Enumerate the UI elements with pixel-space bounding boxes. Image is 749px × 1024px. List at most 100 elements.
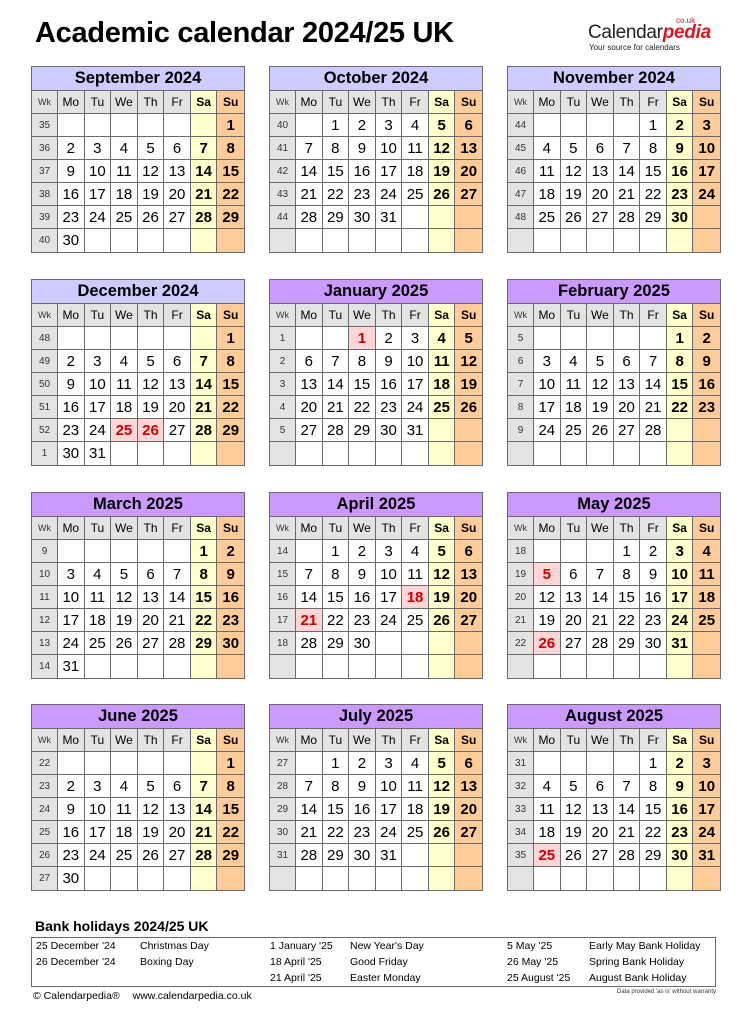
- day-cell: 26: [428, 183, 456, 206]
- week-number: 15: [270, 563, 296, 586]
- empty-day-cell: [587, 752, 614, 775]
- day-cell: 24: [534, 419, 561, 442]
- footer-url-link[interactable]: www.calendarpedia.co.uk: [133, 990, 252, 1002]
- day-cell: 10: [84, 798, 112, 821]
- day-cell: 28: [190, 844, 218, 867]
- day-cell: 9: [693, 350, 720, 373]
- day-cell: 29: [217, 844, 244, 867]
- day-cell: 3: [534, 350, 561, 373]
- empty-day-cell: [640, 327, 667, 350]
- weekday-header: Sa: [666, 304, 694, 327]
- week-number: 26: [32, 844, 58, 867]
- empty-day-cell: [428, 867, 456, 890]
- day-cell: 23: [349, 609, 376, 632]
- day-cell: 27: [455, 609, 482, 632]
- weekday-header: Th: [137, 304, 165, 327]
- day-cell: 17: [534, 396, 561, 419]
- day-cell: 26: [455, 396, 482, 419]
- day-cell: 16: [349, 586, 376, 609]
- day-cell: 7: [296, 137, 323, 160]
- empty-day-cell: [666, 229, 694, 252]
- day-cell: 18: [111, 183, 138, 206]
- empty-day-cell: [666, 867, 694, 890]
- day-cell: 25: [534, 206, 561, 229]
- logo-brand-main: Calendar: [588, 22, 663, 43]
- day-cell: 6: [613, 350, 641, 373]
- day-cell: 28: [613, 844, 641, 867]
- weekday-header: Su: [455, 91, 482, 114]
- empty-day-cell: [84, 327, 112, 350]
- day-cell: 26: [428, 609, 456, 632]
- day-cell: 16: [640, 586, 667, 609]
- empty-day-cell: [614, 655, 641, 678]
- month-calendar: April 2025 Wk Mo Tu We Th Fr Sa Su 14 1 2 3 4 5 6 15 7 8 9 1…: [269, 492, 483, 679]
- day-cell: 25: [402, 183, 429, 206]
- empty-day-cell: [137, 114, 165, 137]
- day-cell: 21: [322, 396, 350, 419]
- month-grid: Wk Mo Tu We Th Fr Sa Su 44 1 2 3 45 4 5 6 7 8 9 10 46 11 12 13 1…: [508, 91, 720, 252]
- month-grid: Wk Mo Tu We Th Fr Sa Su 9 1 2 10 3 4 5 6 7 8 9 11 10 11 12 13 14…: [32, 517, 244, 678]
- day-cell: 28: [613, 206, 641, 229]
- day-cell: 19: [137, 396, 165, 419]
- day-cell: 6: [560, 563, 588, 586]
- empty-day-cell: [138, 229, 165, 252]
- day-cell: 5: [455, 327, 482, 350]
- day-cell: 8: [640, 137, 667, 160]
- weekday-header: Mo: [58, 729, 85, 752]
- week-number: 5: [508, 327, 534, 350]
- empty-day-cell: [376, 229, 403, 252]
- day-cell: 30: [349, 844, 376, 867]
- day-cell: 25: [402, 821, 429, 844]
- day-cell: 18: [402, 798, 429, 821]
- week-number: 46: [508, 160, 534, 183]
- week-number: 25: [32, 821, 58, 844]
- weekday-header: Fr: [164, 304, 191, 327]
- day-cell: 15: [217, 160, 244, 183]
- day-cell: 11: [402, 563, 429, 586]
- day-cell: 18: [428, 373, 456, 396]
- day-cell: 31: [375, 206, 403, 229]
- day-cell: 10: [84, 373, 112, 396]
- day-cell: 14: [296, 798, 323, 821]
- day-cell: 7: [296, 775, 323, 798]
- holiday-day-cell: 18: [402, 586, 429, 609]
- page-title: Academic calendar 2024/25 UK: [35, 17, 454, 49]
- day-cell: 21: [190, 183, 218, 206]
- day-cell: 7: [322, 350, 350, 373]
- empty-day-cell: [137, 327, 165, 350]
- empty-day-cell: [640, 442, 667, 465]
- month-calendar: September 2024 Wk Mo Tu We Th Fr Sa Su 35 1 36 2 3 4 5 6…: [31, 66, 245, 253]
- day-cell: 4: [402, 752, 429, 775]
- bank-holidays-title: Bank holidays 2024/25 UK: [35, 918, 209, 934]
- day-cell: 25: [84, 632, 112, 655]
- day-cell: 10: [693, 137, 720, 160]
- day-cell: 30: [58, 229, 85, 252]
- day-cell: 4: [402, 114, 429, 137]
- day-cell: 13: [164, 798, 191, 821]
- day-cell: 15: [640, 160, 667, 183]
- day-cell: 13: [164, 160, 191, 183]
- day-cell: 5: [137, 775, 165, 798]
- bank-holiday-name: Boxing Day: [140, 956, 194, 968]
- empty-day-cell: [296, 752, 323, 775]
- calendarpedia-logo[interactable]: co.uk Calendarpedia Your source for cale…: [588, 16, 723, 55]
- weekday-header: Mo: [58, 91, 85, 114]
- week-number: 6: [508, 350, 534, 373]
- weekday-header: Sa: [666, 91, 694, 114]
- week-number: 23: [32, 775, 58, 798]
- day-cell: 8: [640, 775, 667, 798]
- bank-holidays-table: 25 December '24 Christmas Day 26 December …: [31, 937, 716, 987]
- empty-day-cell: [534, 442, 561, 465]
- weekday-header: Sa: [190, 517, 218, 540]
- day-cell: 4: [111, 350, 138, 373]
- day-cell: 24: [58, 632, 85, 655]
- empty-day-cell: [693, 632, 720, 655]
- day-cell: 11: [534, 160, 561, 183]
- weekday-header: We: [349, 729, 376, 752]
- empty-day-cell: [614, 229, 641, 252]
- day-cell: 7: [190, 775, 218, 798]
- day-cell: 16: [58, 396, 85, 419]
- weekday-header: Su: [217, 517, 244, 540]
- holiday-day-cell: 21: [296, 609, 323, 632]
- day-cell: 24: [375, 183, 403, 206]
